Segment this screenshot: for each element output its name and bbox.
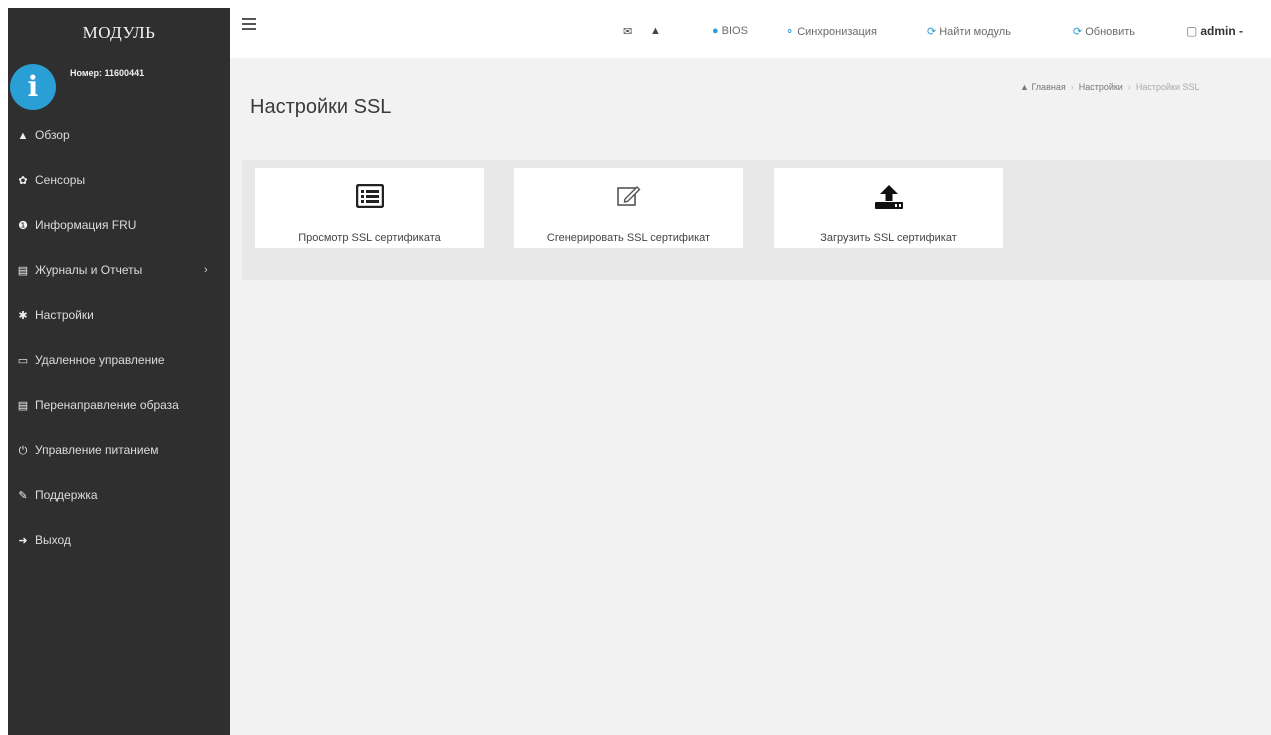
- edit-icon: [514, 184, 743, 210]
- sidebar-item-support[interactable]: ✎ Поддержка: [8, 473, 230, 518]
- wrench-icon: ✎: [18, 490, 28, 502]
- sidebar-item-label: Журналы и Отчеты: [35, 263, 143, 277]
- sidebar: МОДУЛЬ i Номер: 11600441 ▲ Обзор ✿ Сенсоры…: [8, 8, 230, 735]
- user-icon: ▢: [1186, 24, 1198, 38]
- user-menu[interactable]: ▢ admin -: [1186, 24, 1243, 38]
- sidebar-item-label: Обзор: [35, 128, 70, 142]
- window-frame: [0, 0, 1271, 8]
- sign-out-icon: ➜: [18, 535, 28, 547]
- upload-icon: [774, 184, 1003, 210]
- page-title: Настройки SSL: [250, 96, 392, 118]
- device-number: Номер: 11600441: [70, 68, 145, 78]
- upload-ssl-card[interactable]: Загрузить SSL сертификат: [774, 168, 1003, 248]
- generate-ssl-card[interactable]: Сгенерировать SSL сертификат: [514, 168, 743, 248]
- sidebar-item-label: Перенаправление образа: [35, 398, 179, 412]
- find-module-label: Найти модуль: [939, 26, 1011, 38]
- gear-icon: ✱: [18, 310, 28, 322]
- power-icon: ⏻: [18, 445, 28, 457]
- menu-toggle-icon[interactable]: [242, 18, 256, 30]
- user-menu-label: admin -: [1200, 24, 1244, 38]
- refresh-label: Обновить: [1085, 26, 1136, 38]
- breadcrumb-separator: ›: [1070, 82, 1074, 92]
- breadcrumb-home[interactable]: Главная: [1031, 82, 1065, 92]
- find-module-button[interactable]: ⟳ Найти модуль: [927, 25, 1011, 38]
- sidebar-item-label: Управление питанием: [35, 443, 159, 457]
- bios-label: BIOS: [721, 25, 748, 37]
- sidebar-item-label: Удаленное управление: [35, 353, 165, 367]
- sidebar-item-label: Выход: [35, 533, 71, 547]
- user-block: i Номер: 11600441: [8, 58, 230, 113]
- envelope-icon[interactable]: ✉: [623, 25, 632, 38]
- breadcrumb: ▲ Главная › Настройки › Настройки SSL: [1020, 82, 1271, 92]
- dashboard-icon: ✿: [18, 175, 28, 187]
- sidebar-item-image-redirect[interactable]: ▤ Перенаправление образа: [8, 383, 230, 428]
- sync-icon: ⚬: [785, 26, 795, 38]
- sidebar-item-logs[interactable]: ▤ Журналы и Отчеты ›: [8, 248, 230, 293]
- top-bar: ✉ ▲ ● BIOS ⚬ Синхронизация ⟳ Найти модуль ⟳…: [230, 8, 1271, 58]
- view-ssl-label: Просмотр SSL сертификата: [298, 232, 441, 244]
- refresh-icon: ⟳: [927, 26, 937, 38]
- sidebar-item-settings[interactable]: ✱ Настройки: [8, 293, 230, 338]
- list-icon: [255, 184, 484, 210]
- main-content: Настройки SSL ▲ Главная › Настройки › Настро…: [230, 58, 1271, 735]
- sidebar-item-sensors[interactable]: ✿ Сенсоры: [8, 158, 230, 203]
- sidebar-nav: ▲ Обзор ✿ Сенсоры ❶ Информация FRU ▤ Журналы…: [8, 113, 230, 563]
- sidebar-item-logout[interactable]: ➜ Выход: [8, 518, 230, 563]
- info-icon: i: [10, 64, 56, 110]
- info-circle-icon: ❶: [18, 220, 28, 232]
- breadcrumb-separator: ›: [1127, 82, 1131, 92]
- warning-icon[interactable]: ▲: [650, 25, 661, 37]
- sync-label: Синхронизация: [797, 26, 877, 38]
- refresh-button[interactable]: ⟳ Обновить: [1073, 25, 1135, 38]
- sync-button[interactable]: ⚬ Синхронизация: [785, 25, 877, 38]
- home-icon: ▲: [17, 130, 29, 142]
- bios-button[interactable]: ● BIOS: [712, 25, 748, 37]
- sidebar-item-label: Сенсоры: [35, 173, 86, 187]
- breadcrumb-settings[interactable]: Настройки: [1079, 82, 1123, 92]
- sidebar-item-label: Поддержка: [35, 488, 98, 502]
- monitor-icon: ▭: [17, 355, 29, 367]
- breadcrumb-current: Настройки SSL: [1135, 82, 1200, 92]
- sidebar-item-fru[interactable]: ❶ Информация FRU: [8, 203, 230, 248]
- chevron-right-icon: ›: [204, 264, 208, 276]
- view-ssl-card[interactable]: Просмотр SSL сертификата: [255, 168, 484, 248]
- refresh-icon: ⟳: [1073, 26, 1083, 38]
- sidebar-item-remote[interactable]: ▭ Удаленное управление: [8, 338, 230, 383]
- hdd-icon: ▤: [17, 400, 29, 412]
- sidebar-item-label: Настройки: [35, 308, 94, 322]
- upload-ssl-label: Загрузить SSL сертификат: [820, 232, 957, 244]
- sidebar-item-overview[interactable]: ▲ Обзор: [8, 113, 230, 158]
- ssl-actions-panel: Просмотр SSL сертификата Сгенерировать S…: [242, 160, 1271, 280]
- sidebar-item-label: Информация FRU: [35, 218, 137, 232]
- sidebar-item-power[interactable]: ⏻ Управление питанием: [8, 428, 230, 473]
- brand-title: МОДУЛЬ: [82, 23, 156, 42]
- generate-ssl-label: Сгенерировать SSL сертификат: [546, 232, 711, 244]
- home-icon: ▲: [1020, 82, 1029, 92]
- bios-status-icon: ●: [712, 25, 719, 37]
- bar-chart-icon: ▤: [17, 265, 29, 277]
